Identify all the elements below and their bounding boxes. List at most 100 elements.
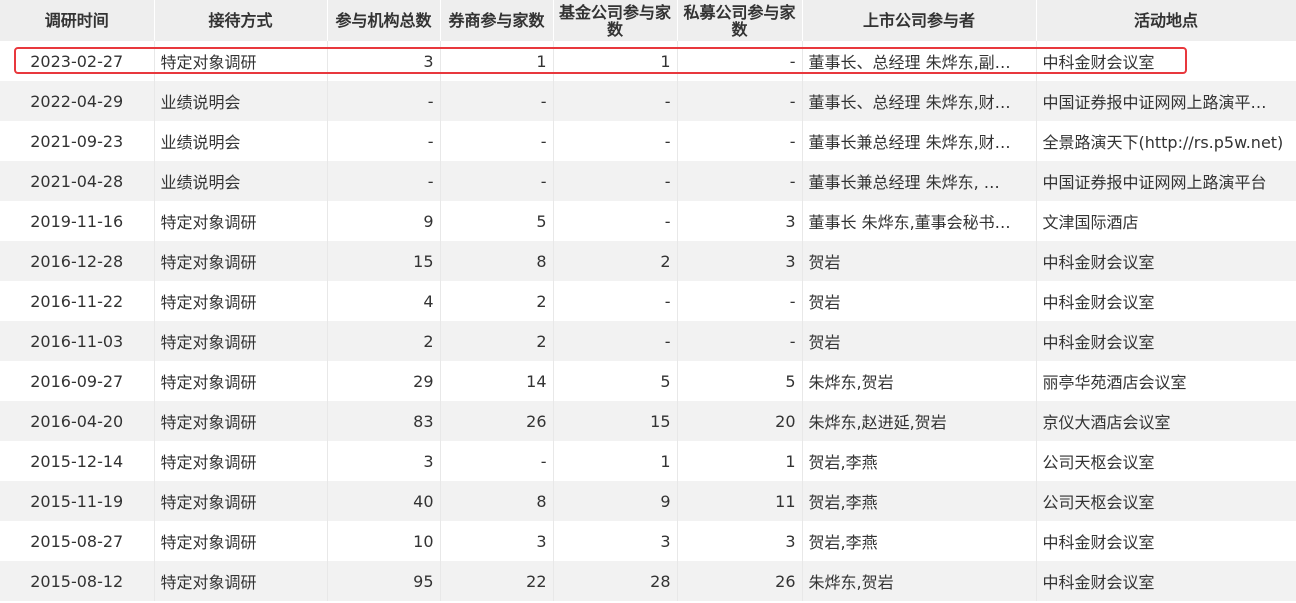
cell-company-participants: 贺岩,李燕 (802, 441, 1037, 481)
header-research-date[interactable]: 调研时间 (0, 0, 155, 41)
table-row[interactable]: 2023-02-27 特定对象调研 3 1 1- 董事长、总经理 朱烨东,副… 中科金财会议… (0, 41, 1296, 81)
cell-private-fund-count: 11 (677, 481, 803, 521)
cell-reception-type: 特定对象调研 (154, 521, 328, 561)
cell-date: 2022-04-29 (0, 81, 155, 121)
header-private-fund-count[interactable]: 私募公司参与家数 (677, 0, 803, 41)
cell-total-institutions: 2 (327, 321, 441, 361)
cell-company-participants: 董事长兼总经理 朱烨东,财… (802, 121, 1037, 161)
cell-total-institutions: 40 (327, 481, 441, 521)
cell-company-participants: 朱烨东,贺岩 (802, 561, 1037, 601)
cell-total-institutions: 83 (327, 401, 441, 441)
cell-total-institutions: 15 (327, 241, 441, 281)
cell-date: 2015-11-19 (0, 481, 155, 521)
cell-venue: 丽亭华苑酒店会议室 (1036, 361, 1296, 401)
cell-venue: 中科金财会议室 (1036, 321, 1296, 361)
cell-date: 2019-11-16 (0, 201, 155, 241)
cell-venue: 中国证券报中证网网上路演平… (1036, 81, 1296, 121)
header-reception-type[interactable]: 接待方式 (154, 0, 328, 41)
cell-company-participants: 董事长、总经理 朱烨东,财… (802, 81, 1037, 121)
cell-broker-count: 26 (440, 401, 554, 441)
header-total-institutions[interactable]: 参与机构总数 (327, 0, 441, 41)
cell-broker-count: - (440, 161, 554, 201)
cell-fund-count: 5 (553, 361, 678, 401)
cell-broker-count: 2 (440, 281, 554, 321)
cell-company-participants: 董事长、总经理 朱烨东,副… (802, 41, 1037, 81)
cell-venue: 中科金财会议室 (1036, 241, 1296, 281)
cell-date: 2015-08-27 (0, 521, 155, 561)
cell-fund-count: - (553, 81, 678, 121)
cell-reception-type: 特定对象调研 (154, 561, 328, 601)
cell-private-fund-count: 26 (677, 561, 803, 601)
cell-date: 2021-04-28 (0, 161, 155, 201)
table-row[interactable]: 2021-04-28 业绩说明会 - - - - 董事长兼总经理 朱烨东, … 中国证券报中证… (0, 161, 1296, 201)
cell-venue: 文津国际酒店 (1036, 201, 1296, 241)
cell-reception-type: 特定对象调研 (154, 41, 328, 81)
cell-date: 2021-09-23 (0, 121, 155, 161)
cell-company-participants: 贺岩 (802, 321, 1037, 361)
cell-reception-type: 特定对象调研 (154, 281, 328, 321)
cell-fund-count: 15 (553, 401, 678, 441)
table-row[interactable]: 2016-09-27 特定对象调研 29 14 5 5 朱烨东,贺岩 丽亭华苑酒店会议室 (0, 361, 1296, 401)
table-header: 调研时间 接待方式 参与机构总数 券商参与家数 基金公司参与家数 私募公司参与家数 上市公司… (0, 0, 1296, 41)
cell-broker-count: 3 (440, 521, 554, 561)
cell-company-participants: 董事长 朱烨东,董事会秘书… (802, 201, 1037, 241)
cell-private-fund-count: - (677, 321, 803, 361)
table-row[interactable]: 2022-04-29 业绩说明会 - - - - 董事长、总经理 朱烨东,财… 中国证券报中证… (0, 81, 1296, 121)
cell-fund-count: 28 (553, 561, 678, 601)
cell-private-fund-count: - (677, 281, 803, 321)
table-row[interactable]: 2016-11-03 特定对象调研 2 2- - 贺岩 中科金财会议室 (0, 321, 1296, 361)
cell-private-fund-count: 20 (677, 401, 803, 441)
table-row[interactable]: 2015-08-12 特定对象调研 95 22 28 26 朱烨东,贺岩 中科金财会议室 (0, 561, 1296, 601)
cell-venue: 公司天枢会议室 (1036, 441, 1296, 481)
cell-company-participants: 贺岩,李燕 (802, 521, 1037, 561)
cell-reception-type: 业绩说明会 (154, 121, 328, 161)
cell-private-fund-count: - (677, 41, 803, 81)
cell-total-institutions: - (327, 81, 441, 121)
cell-fund-count: 2 (553, 241, 678, 281)
cell-reception-type: 业绩说明会 (154, 161, 328, 201)
table-row[interactable]: 2015-11-19 特定对象调研 40 8 9 11 贺岩,李燕 公司天枢会议室 (0, 481, 1296, 521)
cell-reception-type: 业绩说明会 (154, 81, 328, 121)
cell-reception-type: 特定对象调研 (154, 241, 328, 281)
cell-total-institutions: - (327, 161, 441, 201)
cell-total-institutions: 3 (327, 441, 441, 481)
cell-date: 2016-04-20 (0, 401, 155, 441)
cell-broker-count: 22 (440, 561, 554, 601)
cell-private-fund-count: - (677, 81, 803, 121)
cell-private-fund-count: 3 (677, 201, 803, 241)
table-row[interactable]: 2016-04-20 特定对象调研 83 26 15 20 朱烨东,赵进延,贺岩 京仪大酒店会… (0, 401, 1296, 441)
cell-total-institutions: - (327, 121, 441, 161)
table-row[interactable]: 2016-11-22 特定对象调研 4 2- - 贺岩 中科金财会议室 (0, 281, 1296, 321)
table-row[interactable]: 2021-09-23 业绩说明会 - - - - 董事长兼总经理 朱烨东,财… 全景路演天下(… (0, 121, 1296, 161)
cell-total-institutions: 4 (327, 281, 441, 321)
cell-broker-count: 1 (440, 41, 554, 81)
cell-date: 2016-11-03 (0, 321, 155, 361)
cell-private-fund-count: - (677, 121, 803, 161)
cell-fund-count: - (553, 321, 678, 361)
cell-reception-type: 特定对象调研 (154, 401, 328, 441)
table-row[interactable]: 2016-12-28 特定对象调研 15 8 2 3 贺岩 中科金财会议室 (0, 241, 1296, 281)
cell-date: 2015-08-12 (0, 561, 155, 601)
header-fund-count[interactable]: 基金公司参与家数 (553, 0, 678, 41)
cell-reception-type: 特定对象调研 (154, 441, 328, 481)
header-venue[interactable]: 活动地点 (1036, 0, 1296, 41)
cell-company-participants: 董事长兼总经理 朱烨东, … (802, 161, 1037, 201)
cell-broker-count: - (440, 441, 554, 481)
cell-date: 2016-09-27 (0, 361, 155, 401)
cell-reception-type: 特定对象调研 (154, 201, 328, 241)
cell-venue: 京仪大酒店会议室 (1036, 401, 1296, 441)
cell-private-fund-count: 1 (677, 441, 803, 481)
cell-date: 2023-02-27 (0, 41, 155, 81)
table-row[interactable]: 2019-11-16 特定对象调研 9 5-3 董事长 朱烨东,董事会秘书… 文津国际酒店 (0, 201, 1296, 241)
cell-private-fund-count: 3 (677, 241, 803, 281)
header-broker-count[interactable]: 券商参与家数 (440, 0, 554, 41)
header-company-participants[interactable]: 上市公司参与者 (802, 0, 1037, 41)
cell-company-participants: 贺岩,李燕 (802, 481, 1037, 521)
cell-total-institutions: 9 (327, 201, 441, 241)
cell-venue: 中科金财会议室 (1036, 281, 1296, 321)
table-row[interactable]: 2015-12-14 特定对象调研 3-1 1 贺岩,李燕 公司天枢会议室 (0, 441, 1296, 481)
cell-private-fund-count: 3 (677, 521, 803, 561)
table-row[interactable]: 2015-08-27 特定对象调研 10 3 3 3 贺岩,李燕 中科金财会议室 (0, 521, 1296, 561)
cell-company-participants: 朱烨东,赵进延,贺岩 (802, 401, 1037, 441)
cell-total-institutions: 29 (327, 361, 441, 401)
